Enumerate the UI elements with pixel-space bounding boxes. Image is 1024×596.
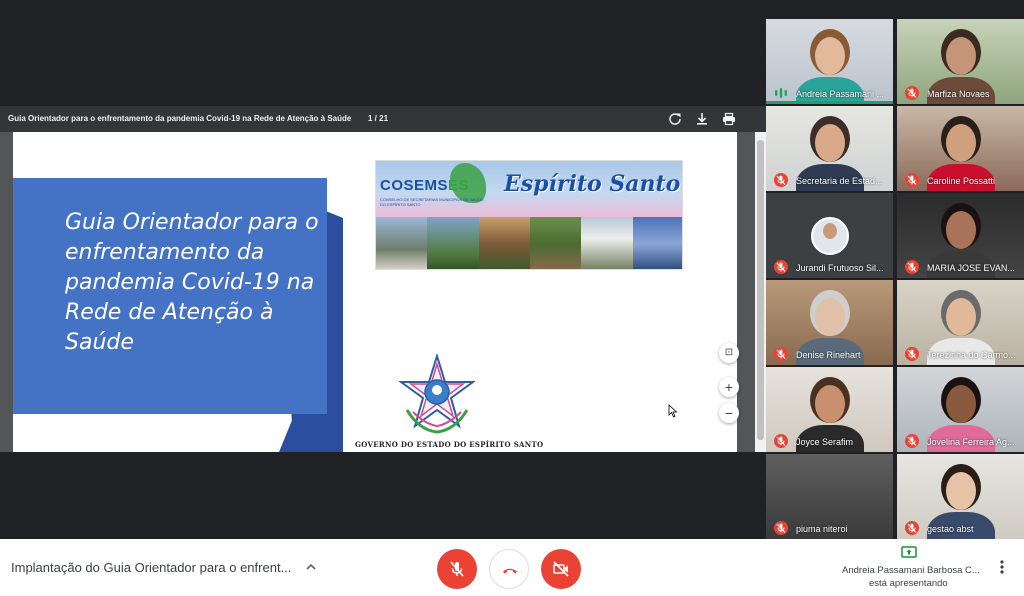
bottom-bar: Implantação do Guia Orientador para o en… [0,539,1024,596]
cosems-banner-image: COSEMSES CONSELHO DE SECRETARIAS MUNICIP… [375,160,683,270]
mic-off-icon [450,561,464,577]
leave-call-button[interactable] [489,549,529,589]
presenter-status: está apresentando [869,578,948,589]
fit-to-page-button[interactable]: ⊡ [719,343,739,363]
speaking-indicator [766,101,893,104]
pdf-canvas[interactable]: Guia Orientador para o enfrentamento da … [0,132,766,452]
pdf-scroll-thumb[interactable] [757,140,764,440]
participant-face [815,124,845,162]
presenting-icon [901,546,917,558]
meeting-title[interactable]: Implantação do Guia Orientador para o en… [11,560,291,575]
participant-name: Andreia Passamani ... [796,89,885,99]
download-icon[interactable] [694,111,710,127]
banner-state-name: Espírito Santo [504,171,681,197]
mic-off-icon [774,347,788,361]
mic-off-icon [905,86,919,100]
avatar-face [823,223,837,239]
participant-tile[interactable]: piuma niteroi [766,454,893,539]
participant-tile[interactable]: Joyce Serafim [766,367,893,452]
pdf-toolbar: Guia Orientador para o enfrentamento da … [0,106,766,132]
cosems-subtitle: CONSELHO DE SECRETARIAS MUNICIPAIS DE SA… [380,197,484,207]
hangup-icon [503,568,517,574]
participant-name: Secretaria de Estad... [796,176,883,186]
pdf-title: Guia Orientador para o enfrentamento da … [8,114,352,123]
mic-off-icon [905,521,919,535]
more-options-icon[interactable] [996,559,1008,575]
cosems-logo: COSEMSES [380,177,470,194]
participant-face [946,37,976,75]
participant-tile[interactable]: MARIA JOSE EVAN... [897,193,1024,278]
zoom-in-button[interactable]: + [719,377,739,397]
participant-name: Marfiza Novaes [927,89,990,99]
participant-name: Joyce Serafim [796,437,854,447]
meet-window: Guia Orientador para o enfrentamento da … [0,0,1024,596]
participant-tile[interactable]: Andreia Passamani ... [766,19,893,104]
slide-title: Guia Orientador para o enfrentamento da … [65,210,319,355]
speaking-icon [775,88,787,98]
participant-name: MARIA JOSE EVAN... [927,263,1015,273]
participant-face [946,472,976,510]
pdf-scrollbar[interactable] [755,132,766,452]
mic-off-icon [905,260,919,274]
participant-tile[interactable]: Marfiza Novaes [897,19,1024,104]
government-caption: GOVERNO DO ESTADO DO ESPÍRITO SANTO [355,440,544,449]
mic-off-icon [774,434,788,448]
participant-name: Jurandi Frutuoso Sil... [796,263,884,273]
participant-face [946,385,976,423]
participant-face [946,211,976,249]
mic-off-icon [774,521,788,535]
participants-grid: Andreia Passamani ... Marfiza Novaes Secre… [766,19,1024,539]
coat-of-arms-icon [399,354,475,434]
participant-tile[interactable]: Denise Rinehart [766,280,893,365]
mic-off-icon [905,347,919,361]
presenter-name: Andreia Passamani Barbosa C... [842,565,980,576]
shared-screen: Guia Orientador para o enfrentamento da … [0,106,766,452]
participant-face [946,298,976,336]
participant-tile[interactable]: Caroline Possatti [897,106,1024,191]
participant-tile[interactable]: Secretaria de Estad... [766,106,893,191]
participant-name: Denise Rinehart [796,350,861,360]
banner-photo-strip [376,217,682,269]
camera-toggle-button[interactable] [541,549,581,589]
participant-face [815,385,845,423]
zoom-out-button[interactable]: − [719,403,739,423]
chevron-up-icon[interactable] [304,560,318,574]
participant-face [815,298,845,336]
mouse-cursor-icon [668,404,678,418]
participant-tile[interactable]: Jurandi Frutuoso Sil... [766,193,893,278]
participant-name: Caroline Possatti [927,176,996,186]
mic-off-icon [774,260,788,274]
participant-tile[interactable]: gestao abst [897,454,1024,539]
mic-toggle-button[interactable] [437,549,477,589]
mic-off-icon [774,173,788,187]
participant-tile[interactable]: Jovelina Ferreira Ag... [897,367,1024,452]
participant-name: Terezinha do Carmo... [927,350,1016,360]
participant-name: Jovelina Ferreira Ag... [927,437,1015,447]
rotate-icon[interactable] [667,111,683,127]
pdf-page-counter: 1 / 21 [368,114,389,123]
print-icon[interactable] [721,111,737,127]
participant-name: gestao abst [927,524,974,534]
participant-face [815,37,845,75]
participant-tile[interactable]: Terezinha do Carmo... [897,280,1024,365]
participant-name: piuma niteroi [796,524,848,534]
slide-page: Guia Orientador para o enfrentamento da … [13,132,737,452]
mic-off-icon [905,173,919,187]
mic-off-icon [905,434,919,448]
camera-off-icon [553,561,569,577]
participant-face [946,124,976,162]
